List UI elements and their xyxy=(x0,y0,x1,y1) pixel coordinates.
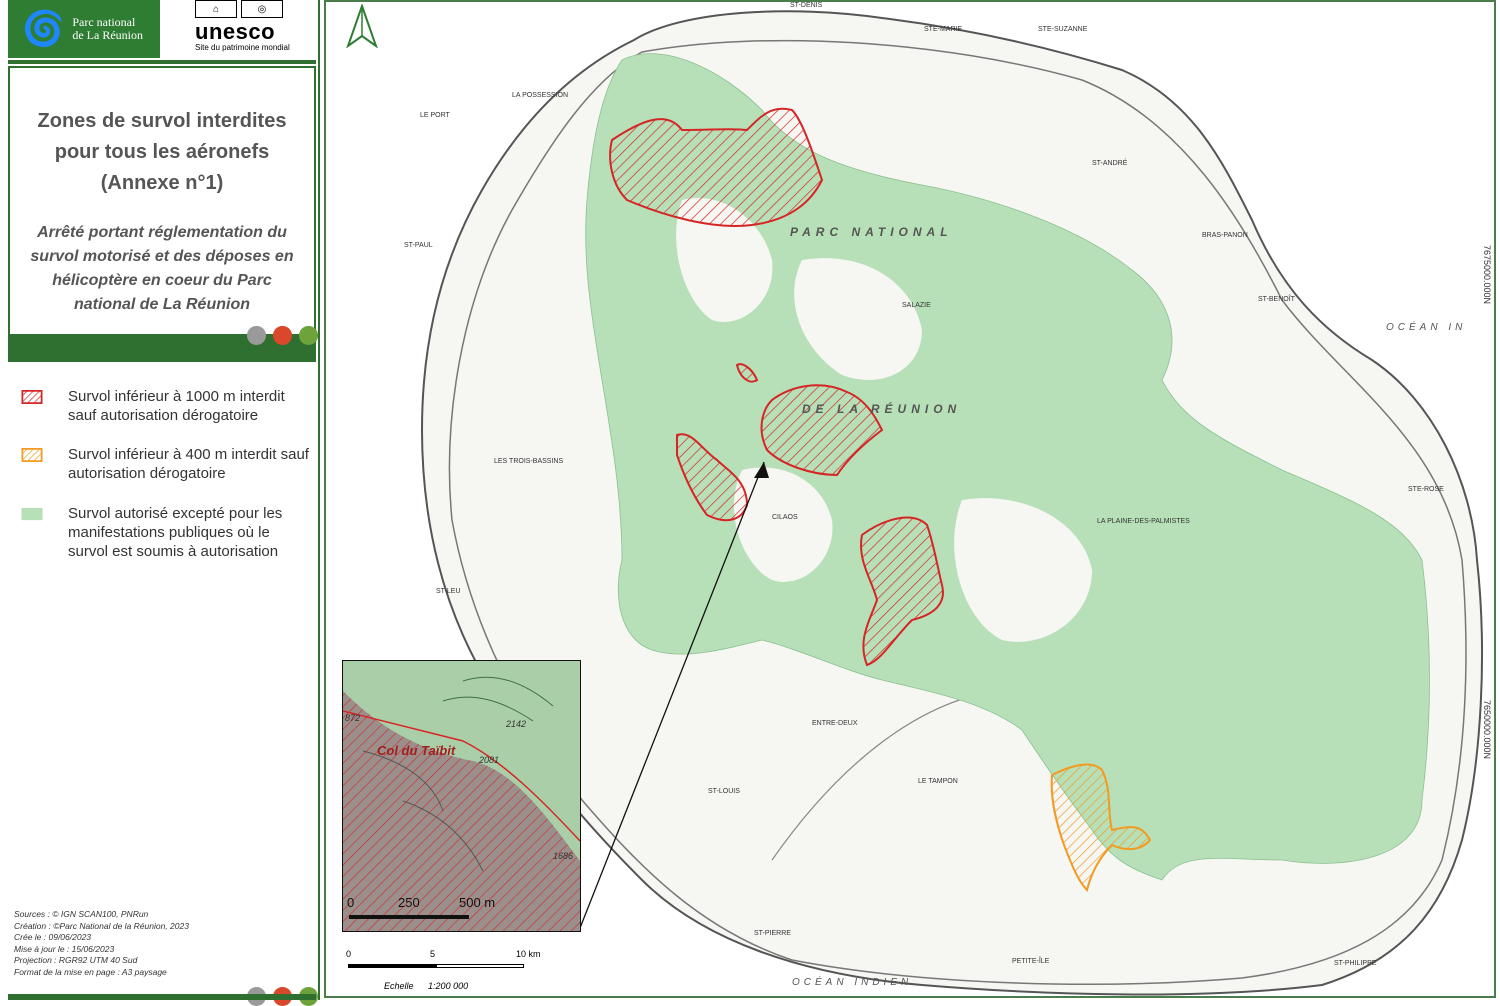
legend-label: Survol inférieur à 400 m interdit sauf a… xyxy=(68,446,309,482)
orange-hatch-swatch xyxy=(21,448,43,462)
map-title: Zones de survol interdites pour tous les… xyxy=(37,110,287,194)
legend-item: Survol inférieur à 400 m interdit sauf a… xyxy=(20,445,309,482)
legend-item: Survol inférieur à 1000 m interdit sauf … xyxy=(20,387,285,424)
inset-elevation: 872 xyxy=(345,713,361,723)
place-label: ST-DENIS xyxy=(790,2,823,9)
place-label: LA POSSESSION xyxy=(512,92,569,99)
inset-elevation: 1686 xyxy=(553,851,574,861)
scale-tick: 10 km xyxy=(516,949,541,959)
inset-terrain xyxy=(343,661,580,931)
map-scale: 0 5 10 km Echelle 1:200 000 xyxy=(344,945,564,995)
world-heritage-icon: ◎ xyxy=(241,0,283,18)
place-label: STE-SUZANNE xyxy=(1038,26,1088,33)
place-label: BRAS-PANON xyxy=(1202,232,1248,239)
bottom-divider xyxy=(8,994,316,1000)
ocean-east-label: OCÉAN IN xyxy=(1386,322,1467,333)
coordinate-south: 7650000.000N xyxy=(1482,700,1492,760)
place-label: SALAZIE xyxy=(902,302,931,309)
sources-block: Sources : © IGN SCAN100, PNRun Création … xyxy=(14,909,314,978)
source-line: Mise à jour le : 15/06/2023 xyxy=(14,943,115,954)
inset-map[interactable]: Col du Taïbit 872 2142 2081 1686 0 250 5… xyxy=(342,660,581,932)
map-subtitle: Arrêté portant réglementation du survol … xyxy=(30,224,294,313)
park-label-1: PARC NATIONAL xyxy=(790,225,953,239)
scale-caption: Echelle 1:200 000 xyxy=(384,981,468,991)
source-line: Format de la mise en page : A3 paysage xyxy=(14,966,167,977)
coordinate-north: 7675000.000N xyxy=(1482,245,1492,305)
parc-national-logo: 🌀 Parc national de La Réunion xyxy=(8,0,160,58)
source-line: Création : ©Parc National de la Réunion,… xyxy=(14,920,189,931)
unesco-logo: ⌂ ◎ unesco Site du patrimoine mondial xyxy=(195,0,295,58)
title-box: Zones de survol interdites pour tous les… xyxy=(8,66,316,336)
place-label: PETITE-ÎLE xyxy=(1012,958,1050,965)
unesco-word: unesco xyxy=(195,19,276,44)
inset-elevation: 2142 xyxy=(506,719,527,729)
park-label-2: DE LA RÉUNION xyxy=(802,402,962,416)
inset-scale-tick: 500 m xyxy=(459,895,496,910)
place-label: ST-PIERRE xyxy=(754,930,791,937)
place-label: LE TAMPON xyxy=(918,778,958,785)
sidebar-panel: 🌀 Parc national de La Réunion ⌂ ◎ unesco… xyxy=(0,0,320,1006)
north-arrow-icon xyxy=(344,2,380,53)
scale-bar-white xyxy=(436,964,524,968)
place-label: ENTRE-DEUX xyxy=(812,720,858,727)
place-label: LES TROIS-BASSINS xyxy=(494,458,564,465)
place-label: STE-MARIE xyxy=(924,26,963,33)
temple-icon: ⌂ xyxy=(195,0,237,18)
place-label: ST-PAUL xyxy=(404,242,433,249)
scale-tick: 5 xyxy=(430,949,436,959)
spiral-icon: 🌀 xyxy=(22,10,65,48)
scale-echelle: Echelle xyxy=(384,981,414,991)
place-label: ST-LOUIS xyxy=(708,788,740,795)
place-label: ST-LEU xyxy=(436,588,461,595)
source-line: Crée le : 09/06/2023 xyxy=(14,932,92,942)
scale-tick: 0 xyxy=(346,949,352,959)
inset-scale-bar xyxy=(349,915,469,919)
legend-label: Survol inférieur à 1000 m interdit sauf … xyxy=(68,388,285,424)
source-line: Sources : © IGN SCAN100, PNRun xyxy=(14,909,149,919)
map-area[interactable]: PARC NATIONAL DE LA RÉUNION OCÉAN IN OCÉ… xyxy=(322,0,1500,1000)
scale-bar-black xyxy=(348,964,436,968)
inset-scale-tick: 0 xyxy=(347,895,355,910)
legend-item: Survol autorisé excepté pour les manifes… xyxy=(20,504,282,560)
unesco-subtitle: Site du patrimoine mondial xyxy=(195,43,290,52)
place-label: LA PLAINE-DES-PALMISTES xyxy=(1097,518,1190,525)
place-label: STE-ROSE xyxy=(1408,486,1444,493)
scale-ratio: 1:200 000 xyxy=(428,981,469,991)
green-fill-swatch xyxy=(21,507,43,521)
decorative-dots-overlay xyxy=(247,326,318,345)
red-hatch-swatch xyxy=(21,390,43,404)
inset-place-label: Col du Taïbit xyxy=(377,743,456,758)
place-label: ST-ANDRÉ xyxy=(1092,160,1128,167)
legend-label: Survol autorisé excepté pour les manifes… xyxy=(68,505,283,560)
inset-elevation: 2081 xyxy=(479,755,500,765)
place-label: CILAOS xyxy=(772,514,798,521)
parc-logo-line2: de La Réunion xyxy=(72,28,143,42)
inset-scale-tick: 250 xyxy=(398,895,420,910)
source-line: Projection : RGR92 UTM 40 Sud xyxy=(14,955,138,965)
place-label: LE PORT xyxy=(420,112,450,119)
logo-strip: 🌀 Parc national de La Réunion ⌂ ◎ unesco… xyxy=(0,0,318,62)
ocean-south-label: OCÉAN INDIEN xyxy=(792,977,913,988)
top-divider xyxy=(8,60,316,64)
place-label: ST-BENOÎT xyxy=(1258,296,1295,303)
place-label: ST-PHILIPPE xyxy=(1334,960,1377,967)
